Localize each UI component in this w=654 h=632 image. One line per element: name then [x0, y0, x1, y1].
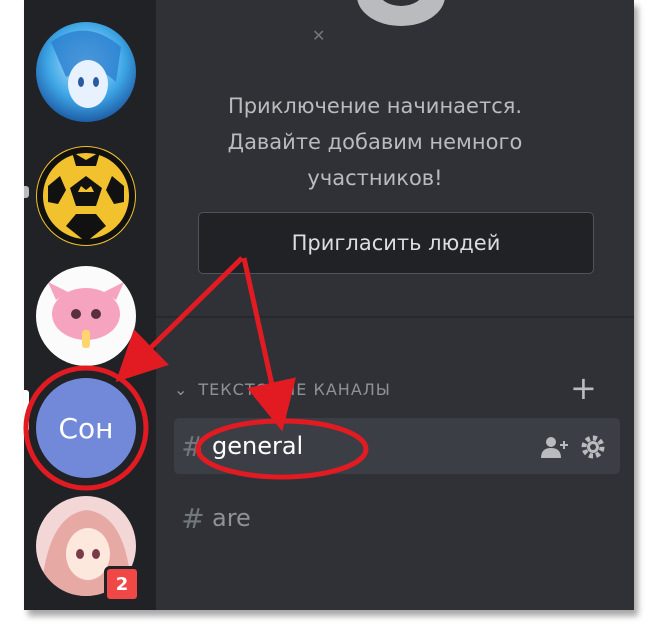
- channel-category[interactable]: ⌄ ТЕКСТОВЫЕ КАНАЛЫ: [174, 380, 391, 399]
- server-icon-son[interactable]: Сон: [36, 378, 136, 478]
- close-icon[interactable]: ✕: [312, 26, 325, 45]
- discord-window: Сон 2 ✕ Приключение начинается. Давайте …: [24, 0, 634, 610]
- anime-avatar-icon: [36, 22, 136, 122]
- text-channel-hash-icon: #: [181, 429, 205, 463]
- chevron-down-icon: ⌄: [174, 380, 189, 399]
- channel-name: are: [212, 504, 251, 532]
- category-label: ТЕКСТОВЫЕ КАНАЛЫ: [198, 380, 391, 399]
- add-channel-plus-icon[interactable]: +: [570, 372, 597, 404]
- text-channel-hash-icon: #: [181, 501, 205, 535]
- pink-creature-icon: [36, 266, 136, 366]
- soccer-ball-crown-icon: [36, 146, 136, 246]
- server-icon-pink-creature[interactable]: [36, 266, 136, 366]
- selected-pill: [24, 390, 29, 432]
- welcome-line-1: Приключение начинается.: [227, 94, 523, 118]
- server-list: Сон 2: [24, 0, 156, 610]
- section-divider: [156, 316, 634, 318]
- welcome-illustration-icon: [357, 0, 445, 26]
- unread-badge: 2: [104, 566, 140, 602]
- server-icon-anime-blue[interactable]: [36, 22, 136, 122]
- welcome-text: Приключение начинается. Давайте добавим …: [202, 88, 548, 196]
- channel-item-are[interactable]: # are: [174, 490, 620, 546]
- add-member-icon[interactable]: [540, 435, 570, 459]
- welcome-line-2: Давайте добавим немного: [227, 130, 523, 154]
- server-initials: Сон: [58, 411, 114, 445]
- unread-pill: [24, 186, 29, 198]
- gear-icon[interactable]: [580, 434, 606, 460]
- channel-name: general: [212, 432, 304, 460]
- welcome-line-3: участников!: [307, 166, 443, 190]
- channel-item-general[interactable]: # general: [174, 418, 620, 474]
- server-icon-soccer[interactable]: [36, 146, 136, 246]
- invite-people-button[interactable]: Пригласить людей: [198, 212, 594, 274]
